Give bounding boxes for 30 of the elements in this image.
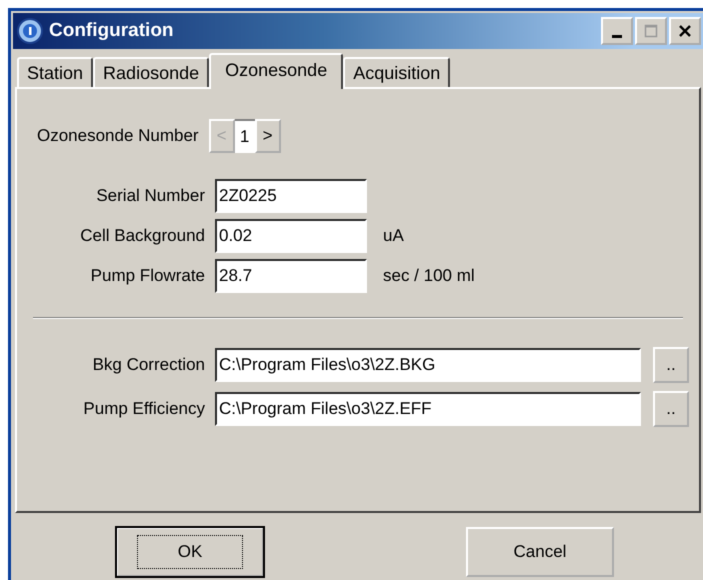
unit-label: uA (383, 226, 404, 246)
input-field[interactable]: 28.7 (215, 259, 367, 293)
browse-button[interactable]: .. (653, 391, 689, 427)
field-label: Serial Number (95, 186, 206, 206)
path-field[interactable]: C:\Program Files\o3\2Z.EFF (215, 392, 641, 426)
minimize-button[interactable] (601, 17, 633, 45)
tab[interactable]: Radiosonde (93, 57, 210, 87)
field-label: Pump Flowrate (90, 266, 206, 286)
field-label: Cell Background (79, 226, 206, 246)
input-field[interactable]: 0.02 (215, 219, 367, 253)
next-button[interactable]: > (254, 119, 281, 153)
tab[interactable]: Ozonesonde (209, 53, 344, 89)
input-field[interactable]: 2Z0225 (215, 179, 367, 213)
ok-button[interactable]: OK (116, 527, 264, 577)
browse-button[interactable]: .. (653, 347, 689, 383)
field-label: Ozonesonde Number (37, 126, 199, 146)
tab[interactable]: Station (17, 57, 94, 87)
field-label: Bkg Correction (92, 355, 206, 375)
window-title: Configuration (49, 20, 174, 42)
field-label: Pump Efficiency (82, 399, 206, 419)
close-icon (678, 24, 692, 38)
unit-label: sec / 100 ml (383, 266, 475, 286)
minimize-icon (612, 34, 622, 38)
close-button[interactable] (669, 17, 701, 45)
number-value: 1 (234, 119, 255, 153)
path-field[interactable]: C:\Program Files\o3\2Z.BKG (215, 348, 641, 382)
app-icon (17, 18, 43, 44)
cancel-button[interactable]: Cancel (466, 527, 614, 577)
maximize-icon (644, 24, 658, 38)
tab[interactable]: Acquisition (343, 57, 450, 87)
